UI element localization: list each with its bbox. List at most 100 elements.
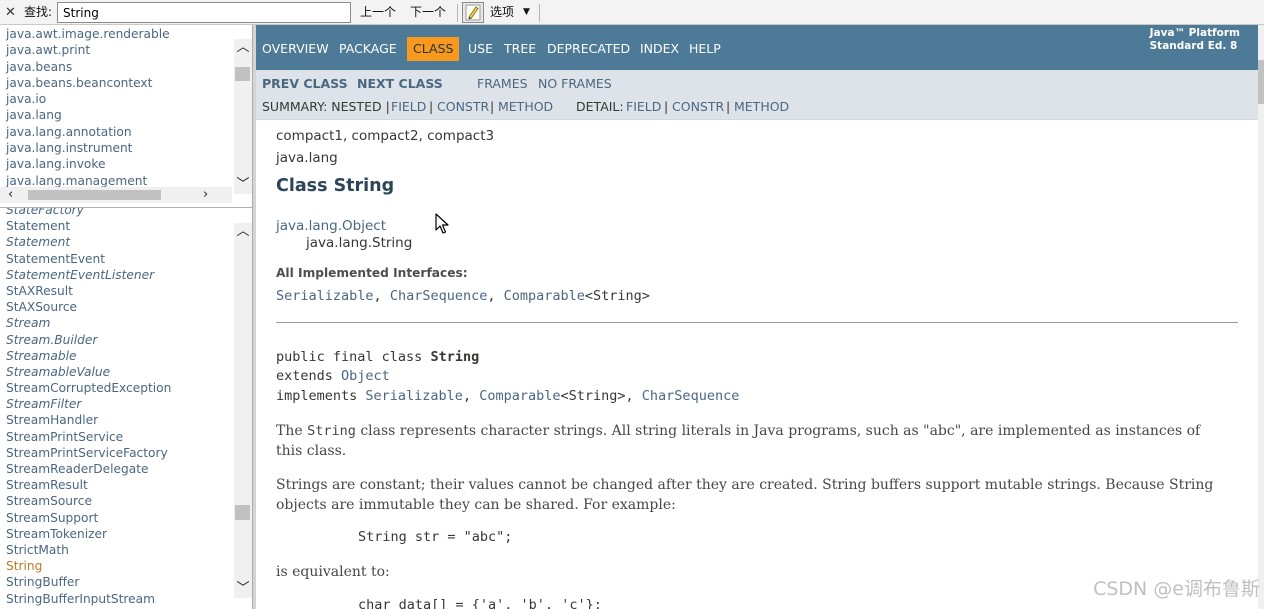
class-list: StateFactory Statement Statement StatementE… [6, 208, 171, 607]
scrollbar-thumb[interactable] [28, 190, 161, 200]
class-list-item[interactable]: StringBufferInputStream [6, 591, 171, 607]
class-list-item[interactable]: StatementEventListener [6, 267, 171, 283]
scroll-left-icon[interactable]: ‹ [8, 187, 13, 203]
detail-field-link[interactable]: FIELD [626, 97, 661, 117]
class-list-vertical-scrollbar[interactable]: ︿ ﹀ [234, 223, 252, 598]
no-frames-link[interactable]: NO FRAMES [538, 74, 612, 94]
package-list-vertical-scrollbar[interactable]: ︿ ﹀ [234, 39, 252, 194]
package-list-item[interactable]: java.awt.print [6, 42, 170, 58]
nav-tree[interactable]: TREE [504, 37, 536, 61]
class-list-item[interactable]: Statement [6, 218, 171, 234]
package-list-item[interactable]: java.lang [6, 107, 170, 123]
package-list-frame: java.awt.image.renderable java.awt.print j… [0, 25, 254, 208]
class-list-item[interactable]: StreamSupport [6, 510, 171, 526]
package-list: java.awt.image.renderable java.awt.print j… [6, 26, 170, 189]
nav-overview[interactable]: OVERVIEW [262, 37, 329, 61]
class-list-item[interactable]: StatementEvent [6, 251, 171, 267]
detail-method-link[interactable]: METHOD [734, 97, 789, 117]
scroll-up-icon[interactable]: ︿ [234, 223, 252, 241]
class-list-item[interactable]: StreamPrintServiceFactory [6, 445, 171, 461]
class-list-item[interactable]: StreamableValue [6, 364, 171, 380]
charsequence-link[interactable]: CharSequence [390, 288, 488, 304]
class-list-item[interactable]: StreamTokenizer [6, 526, 171, 542]
detail-constr-link[interactable]: CONSTR [672, 97, 724, 117]
highlight-pencil-icon[interactable] [462, 2, 484, 23]
charsequence-link[interactable]: CharSequence [642, 388, 740, 404]
summary-constr-link[interactable]: CONSTR [437, 97, 489, 117]
summary-method-link[interactable]: METHOD [498, 97, 553, 117]
class-list-item[interactable]: Stream [6, 315, 171, 331]
superclass-link[interactable]: java.lang.Object [276, 218, 386, 234]
scroll-down-icon[interactable]: ﹀ [234, 580, 252, 598]
class-list-item[interactable]: StreamHandler [6, 412, 171, 428]
nav-help[interactable]: HELP [689, 37, 721, 61]
chevron-down-icon[interactable]: ▼ [523, 0, 530, 25]
object-link[interactable]: Object [341, 368, 390, 384]
find-bar: ✕ 查找: 上一个 下一个 选项 ▼ [0, 0, 1264, 25]
class-list-item-current[interactable]: String [6, 558, 171, 574]
class-list-item[interactable]: StrictMath [6, 542, 171, 558]
toolbar-separator [539, 4, 540, 22]
description-paragraph-2: Strings are constant; their values canno… [276, 477, 1214, 513]
package-list-item[interactable]: java.io [6, 91, 170, 107]
summary-field-link[interactable]: FIELD [391, 97, 426, 117]
package-list-item[interactable]: java.lang.invoke [6, 156, 170, 172]
implemented-interfaces-list: Serializable, CharSequence, Comparable<S… [276, 288, 650, 304]
find-next-button[interactable]: 下一个 [410, 0, 446, 25]
profiles-text: compact1, compact2, compact3 [276, 128, 495, 144]
page-title: Class String [276, 176, 395, 196]
prev-class-link[interactable]: PREV CLASS [262, 74, 348, 94]
scrollbar-thumb[interactable] [1258, 60, 1264, 104]
scroll-down-icon[interactable]: ﹀ [234, 176, 252, 194]
package-list-item[interactable]: java.beans.beancontext [6, 75, 170, 91]
package-list-item[interactable]: java.lang.annotation [6, 124, 170, 140]
class-list-item[interactable]: StringBuffer [6, 574, 171, 590]
list-separator: , [625, 388, 642, 404]
declaration-class-name: String [430, 349, 480, 365]
class-list-item[interactable]: StreamResult [6, 477, 171, 493]
find-previous-button[interactable]: 上一个 [360, 0, 396, 25]
nav-use[interactable]: USE [468, 37, 493, 61]
package-list-horizontal-scrollbar[interactable]: ‹ › [0, 187, 232, 203]
scrollbar-thumb[interactable] [235, 505, 250, 520]
package-list-item[interactable]: java.awt.image.renderable [6, 26, 170, 42]
find-input[interactable] [57, 2, 351, 23]
list-separator: , [373, 288, 390, 304]
code-example-2: char data[] = {'a', 'b', 'c'}; [358, 597, 602, 609]
scrollbar-thumb[interactable] [235, 67, 250, 81]
nav-index[interactable]: INDEX [640, 37, 679, 61]
list-separator: , [487, 288, 504, 304]
class-list-item[interactable]: StAXResult [6, 283, 171, 299]
comparable-link[interactable]: Comparable [479, 388, 560, 404]
class-list-item[interactable]: StateFactory [6, 208, 171, 218]
class-list-item[interactable]: Stream.Builder [6, 332, 171, 348]
class-list-item[interactable]: StreamPrintService [6, 429, 171, 445]
next-class-link[interactable]: NEXT CLASS [357, 74, 443, 94]
close-find-bar-icon[interactable]: ✕ [5, 0, 16, 25]
scroll-right-icon[interactable]: › [203, 187, 208, 203]
class-list-item[interactable]: StreamFilter [6, 396, 171, 412]
package-list-item[interactable]: java.lang.instrument [6, 140, 170, 156]
class-list-item[interactable]: Statement [6, 234, 171, 250]
document-vertical-scrollbar[interactable] [1258, 25, 1264, 609]
class-list-item[interactable]: StAXSource [6, 299, 171, 315]
class-list-item[interactable]: StreamCorruptedException [6, 380, 171, 396]
nav-package[interactable]: PACKAGE [339, 37, 397, 61]
serializable-link[interactable]: Serializable [365, 388, 463, 404]
package-list-item[interactable]: java.beans [6, 59, 170, 75]
implements-keyword: implements [276, 388, 366, 404]
find-options-button[interactable]: 选项 [490, 0, 514, 25]
class-list-item[interactable]: Streamable [6, 348, 171, 364]
declaration-modifiers: public final class [276, 349, 431, 365]
description-paragraph-1: The String class represents character st… [276, 422, 1216, 461]
scroll-up-icon[interactable]: ︿ [234, 39, 252, 57]
nav-deprecated[interactable]: DEPRECATED [547, 37, 630, 61]
platform-line-1: Java™ Platform [1149, 27, 1240, 39]
frames-link[interactable]: FRAMES [477, 74, 528, 94]
serializable-link[interactable]: Serializable [276, 288, 374, 304]
comparable-link[interactable]: Comparable [504, 288, 585, 304]
class-list-item[interactable]: StreamSource [6, 493, 171, 509]
summary-label: SUMMARY: NESTED | [262, 99, 390, 114]
class-list-item[interactable]: StreamReaderDelegate [6, 461, 171, 477]
implements-clause: implements Serializable, Comparable<Stri… [276, 388, 739, 404]
